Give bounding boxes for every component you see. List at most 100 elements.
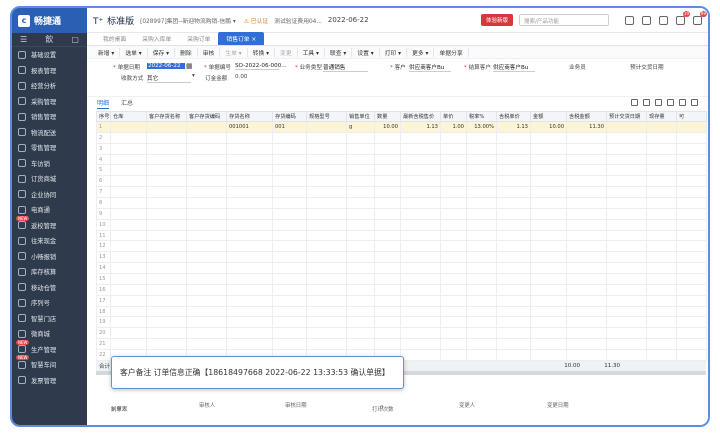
grid-cell[interactable] [146,338,187,351]
grid-cell[interactable] [272,175,307,188]
grid-cell[interactable] [226,273,273,285]
grid-cell[interactable] [440,229,467,242]
grid-cell[interactable]: 7 [96,186,111,199]
grid-cell[interactable] [346,207,375,220]
grid-cell[interactable] [346,240,375,253]
grid-cell[interactable] [186,175,227,188]
grid-cell[interactable] [566,251,607,264]
grid-cell[interactable] [530,164,567,177]
grid-cell[interactable] [676,197,707,209]
window-icon[interactable]: ▢ [71,35,79,44]
grid-cell[interactable] [306,186,347,199]
grid-cell[interactable] [496,164,531,177]
grid-cell[interactable] [110,121,147,133]
grid-cell[interactable] [400,283,441,296]
table-row[interactable]: 18 [96,305,707,318]
grid-cell[interactable] [466,186,497,199]
grid-cell[interactable] [346,273,375,285]
grid-cell[interactable] [496,218,531,231]
grid-cell[interactable] [346,186,375,199]
grid-cell[interactable] [146,121,187,133]
grid-cell[interactable]: 9 [96,207,111,220]
grid-cell[interactable] [110,197,147,209]
order-no-field[interactable]: SO-2022-06-000... [235,63,287,70]
sidebar-item[interactable]: NEW 返校管理 [12,215,87,234]
grid-column-header[interactable]: 规格型号 [306,111,347,122]
grid-cell[interactable] [186,153,227,166]
grid-cell[interactable]: 1.13 [400,121,441,133]
grid-cell[interactable] [676,240,707,253]
grid-cell[interactable] [186,218,227,231]
grid-cell[interactable] [374,207,401,220]
grid-cell[interactable] [496,327,531,340]
grid-cell[interactable] [374,142,401,155]
grid-cell[interactable] [566,273,607,285]
grid-cell[interactable] [146,262,187,275]
grid-cell[interactable]: 22 [96,349,111,361]
grid-cell[interactable] [272,142,307,155]
table-row[interactable]: 14 [96,262,707,275]
grid-cell[interactable] [606,240,647,253]
grid-cell[interactable] [606,294,647,307]
grid-cell[interactable] [186,316,227,329]
grid-cell[interactable] [496,316,531,329]
grid-cell[interactable] [346,218,375,231]
sidebar-item[interactable]: 序列号 [12,295,87,311]
table-row[interactable]: 8 [96,197,707,209]
sidebar-item[interactable]: 采购管理 [12,94,87,110]
grid-cell[interactable] [186,338,227,351]
experience-new-version-button[interactable]: 体验新版 [480,14,513,26]
grid-cell[interactable]: 6 [96,175,111,188]
grid-cell[interactable] [496,273,531,285]
grid-cell[interactable] [400,207,441,220]
grid-cell[interactable] [646,131,677,144]
grid-column-header[interactable]: 税率% [466,111,497,122]
grid-cell[interactable] [306,218,347,231]
grid-cell[interactable] [606,349,647,361]
grid-cell[interactable] [530,131,567,144]
table-row[interactable]: 4 [96,153,707,166]
grid-cell[interactable] [272,262,307,275]
grid-cell[interactable] [226,316,273,329]
grid-cell[interactable] [466,153,497,166]
sidebar-item[interactable]: 车访销 [12,156,87,172]
grid-cell[interactable] [400,218,441,231]
grid-cell[interactable] [226,338,273,351]
grid-column-header[interactable]: 最新含税售价 [400,111,441,122]
grid-cell[interactable] [440,338,467,351]
grid-cell[interactable] [496,283,531,296]
grid-cell[interactable] [530,142,567,155]
grid-cell[interactable] [186,240,227,253]
grid-cell[interactable] [306,197,347,209]
grid-cell[interactable] [496,251,531,264]
grid-cell[interactable] [346,327,375,340]
grid-cell[interactable] [646,283,677,296]
grid-cell[interactable] [400,327,441,340]
grid-cell[interactable] [186,229,227,242]
grid-cell[interactable]: 4 [96,153,111,166]
payment-dropdown-icon[interactable]: ▾ [192,73,195,79]
toolbar-button[interactable]: 联查 ▾ [325,47,353,57]
grid-cell[interactable] [440,283,467,296]
grid-cell[interactable] [226,186,273,199]
grid-cell[interactable] [272,164,307,177]
grid-cell[interactable] [566,218,607,231]
toolbar-button[interactable]: 更多 ▾ [407,47,435,57]
grid-cell[interactable] [466,294,497,307]
grid-cell[interactable] [110,316,147,329]
grid-cell[interactable] [566,153,607,166]
grid-cell[interactable] [466,262,497,275]
grid-cell[interactable] [676,273,707,285]
grid-cell[interactable] [440,349,467,361]
grid-cell[interactable] [110,164,147,177]
grid-cell[interactable] [646,316,677,329]
grid-cell[interactable] [272,305,307,318]
grid-cell[interactable] [646,240,677,253]
sidebar-item[interactable]: 智慧门店 [12,311,87,327]
toolbar-button[interactable]: 转换 ▾ [248,47,276,57]
sidebar-item[interactable]: 移动仓管 [12,280,87,296]
grid-cell[interactable] [306,305,347,318]
sidebar-item[interactable]: 发票管理 [12,373,87,389]
grid-cell[interactable] [400,164,441,177]
grid-cell[interactable] [676,349,707,361]
